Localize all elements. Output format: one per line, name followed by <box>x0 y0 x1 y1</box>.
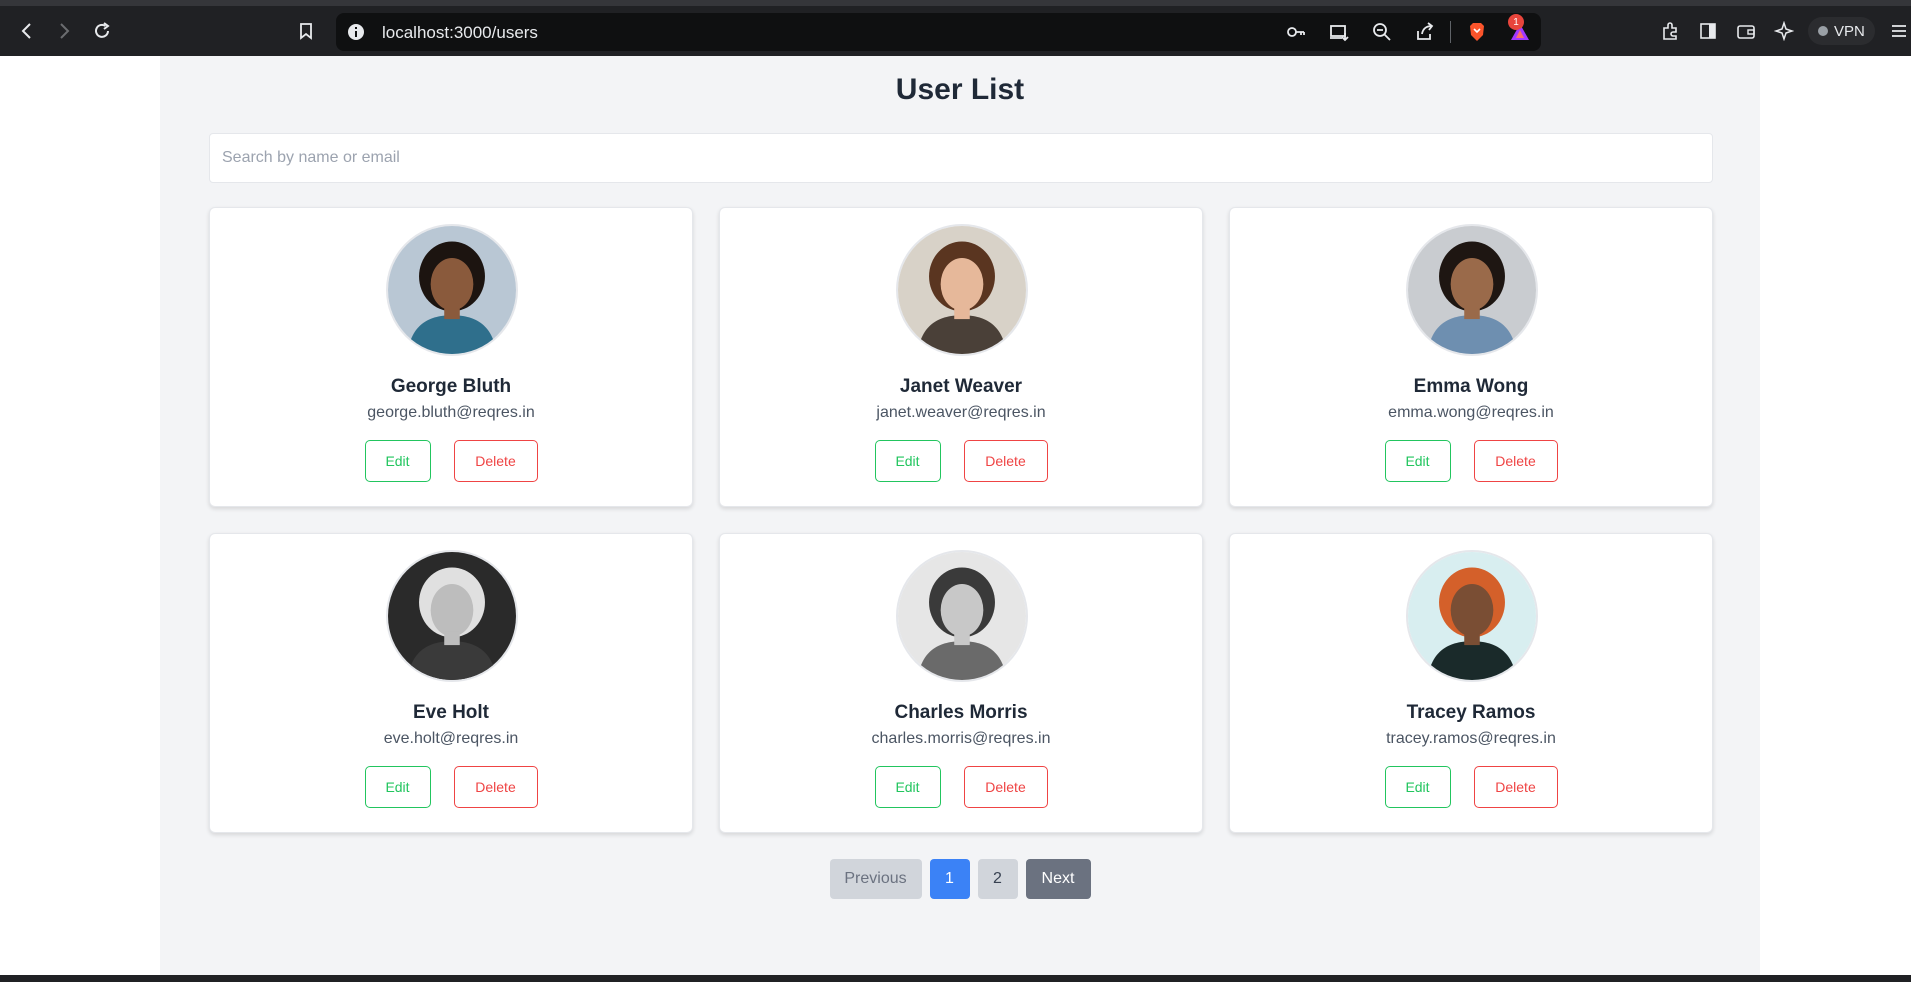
info-icon[interactable] <box>346 22 366 42</box>
edit-button[interactable]: Edit <box>364 440 431 482</box>
notification-badge: 1 <box>1508 14 1524 30</box>
page-title: User List <box>895 73 1025 106</box>
edit-button[interactable]: Edit <box>874 766 941 808</box>
delete-button[interactable]: Delete <box>453 440 538 482</box>
edit-button[interactable]: Edit <box>1384 766 1451 808</box>
zoom-out-icon[interactable] <box>1360 13 1403 51</box>
reload-icon[interactable] <box>89 18 115 44</box>
url-text[interactable]: localhost:3000/users <box>382 23 538 43</box>
pagination: Previous 1 2 Next <box>160 859 1760 899</box>
bookmark-icon[interactable] <box>293 18 319 44</box>
user-name: Emma Wong <box>1413 376 1529 397</box>
key-icon[interactable] <box>1274 13 1317 51</box>
install-icon[interactable] <box>1317 13 1360 51</box>
forward-icon[interactable] <box>51 18 77 44</box>
brave-shield-icon[interactable] <box>1455 13 1498 51</box>
edit-button[interactable]: Edit <box>1384 440 1451 482</box>
user-email: tracey.ramos@reqres.in <box>1386 730 1556 747</box>
delete-button[interactable]: Delete <box>1473 766 1558 808</box>
sidebar-icon[interactable] <box>1694 18 1722 44</box>
delete-button[interactable]: Delete <box>963 440 1048 482</box>
edit-button[interactable]: Edit <box>874 440 941 482</box>
user-grid: George Bluth george.bluth@reqres.in Edit… <box>209 207 1713 833</box>
extensions-icon[interactable] <box>1656 18 1684 44</box>
user-name: George Bluth <box>390 376 512 397</box>
divider <box>1450 21 1451 43</box>
user-name: Janet Weaver <box>899 376 1023 397</box>
avatar <box>896 224 1028 356</box>
vpn-button[interactable]: VPN <box>1808 17 1875 45</box>
menu-icon[interactable] <box>1885 18 1911 44</box>
user-email: eve.holt@reqres.in <box>383 730 519 747</box>
edit-button[interactable]: Edit <box>364 766 431 808</box>
delete-button[interactable]: Delete <box>453 766 538 808</box>
user-card: Charles Morris charles.morris@reqres.in … <box>719 533 1203 833</box>
user-card: Janet Weaver janet.weaver@reqres.in Edit… <box>719 207 1203 507</box>
vpn-label: VPN <box>1834 22 1865 40</box>
user-card: Tracey Ramos tracey.ramos@reqres.in Edit… <box>1229 533 1713 833</box>
card-actions: Edit Delete <box>720 440 1202 482</box>
user-card: Eve Holt eve.holt@reqres.in Edit Delete <box>209 533 693 833</box>
page-2-button[interactable]: 2 <box>977 859 1018 899</box>
user-card: Emma Wong emma.wong@reqres.in Edit Delet… <box>1229 207 1713 507</box>
vpn-status-icon <box>1818 26 1828 36</box>
card-actions: Edit Delete <box>1230 766 1712 808</box>
card-actions: Edit Delete <box>720 766 1202 808</box>
user-name: Tracey Ramos <box>1406 702 1536 723</box>
page-content: User List George Bluth george.bluth@reqr… <box>160 56 1760 975</box>
user-email: charles.morris@reqres.in <box>871 730 1051 747</box>
user-email: george.bluth@reqres.in <box>367 404 535 421</box>
search-input[interactable] <box>209 133 1713 183</box>
user-name: Charles Morris <box>894 702 1028 723</box>
delete-button[interactable]: Delete <box>963 766 1048 808</box>
previous-button[interactable]: Previous <box>829 859 922 899</box>
taskbar-edge <box>0 975 1911 982</box>
page-1-button[interactable]: 1 <box>929 859 970 899</box>
avatar <box>386 550 518 682</box>
user-email: emma.wong@reqres.in <box>1388 404 1554 421</box>
avatar <box>386 224 518 356</box>
card-actions: Edit Delete <box>210 766 692 808</box>
back-icon[interactable] <box>14 18 40 44</box>
wallet-icon[interactable] <box>1732 18 1760 44</box>
avatar <box>1406 224 1538 356</box>
leo-icon[interactable] <box>1770 18 1798 44</box>
card-actions: Edit Delete <box>1230 440 1712 482</box>
card-actions: Edit Delete <box>210 440 692 482</box>
user-name: Eve Holt <box>412 702 490 723</box>
share-icon[interactable] <box>1403 13 1446 51</box>
address-bar[interactable]: localhost:3000/users <box>336 13 1541 51</box>
user-card: George Bluth george.bluth@reqres.in Edit… <box>209 207 693 507</box>
browser-toolbar: localhost:3000/users 1 VPN <box>0 0 1911 56</box>
next-button[interactable]: Next <box>1025 859 1091 899</box>
avatar <box>1406 550 1538 682</box>
avatar <box>896 550 1028 682</box>
delete-button[interactable]: Delete <box>1473 440 1558 482</box>
user-email: janet.weaver@reqres.in <box>876 404 1046 421</box>
